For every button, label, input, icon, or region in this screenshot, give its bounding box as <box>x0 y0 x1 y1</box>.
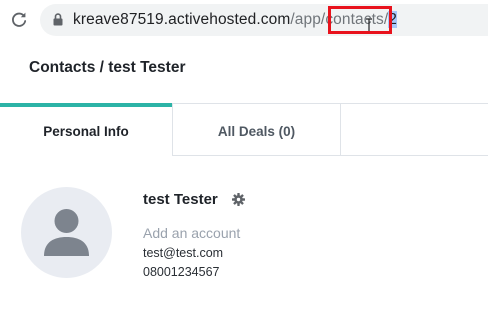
user-avatar-icon <box>44 209 89 256</box>
browser-toolbar: kreave87519.activehosted.com/app/contact… <box>0 0 488 42</box>
contact-name: test Tester <box>143 191 218 208</box>
annotation-highlight-box <box>328 6 392 34</box>
tab-all-deals[interactable]: All Deals (0) <box>172 103 341 156</box>
lock-icon[interactable] <box>53 13 63 26</box>
contact-email[interactable]: test@test.com <box>143 246 223 260</box>
gear-icon[interactable] <box>232 193 245 206</box>
reload-icon[interactable] <box>9 10 29 30</box>
address-bar[interactable]: kreave87519.activehosted.com/app/contact… <box>40 4 488 36</box>
tabs-divider <box>172 155 488 156</box>
avatar[interactable] <box>21 187 112 278</box>
page-title: Contacts / test Tester <box>29 59 186 76</box>
tab-personal-info[interactable]: Personal Info <box>0 103 172 156</box>
tab-label: All Deals (0) <box>217 124 296 139</box>
contact-phone[interactable]: 08001234567 <box>143 265 219 279</box>
url-host: kreave87519.activehosted.com <box>73 11 291 28</box>
contact-tabs: Personal Info All Deals (0) <box>0 103 488 156</box>
add-account-link[interactable]: Add an account <box>143 225 240 241</box>
tabs-top-border <box>341 103 488 104</box>
tab-label: Personal Info <box>43 124 129 139</box>
